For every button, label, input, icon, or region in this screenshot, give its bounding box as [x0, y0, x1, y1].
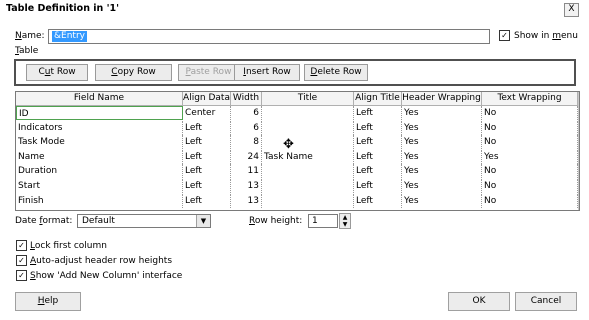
align-title-cell[interactable]: Left: [354, 106, 402, 120]
text-wrapping-cell[interactable]: No: [482, 120, 578, 135]
align-data-cell[interactable]: Left: [183, 164, 231, 179]
field-name-cell[interactable]: ID: [16, 106, 183, 120]
align-title-cell[interactable]: Left: [354, 120, 402, 135]
align-title-cell[interactable]: Left: [354, 135, 402, 150]
title-cell[interactable]: [262, 106, 354, 120]
table-toolbar: Cut Row Copy Row Paste Row Insert Row De…: [14, 59, 576, 86]
help-button[interactable]: Help: [15, 292, 81, 311]
row-height-input[interactable]: 1: [308, 214, 338, 228]
paste-row-button[interactable]: Paste Row: [178, 64, 239, 81]
date-format-select[interactable]: Default ▼: [77, 214, 211, 228]
align-data-cell[interactable]: Left: [183, 193, 231, 208]
text-wrapping-cell[interactable]: No: [482, 179, 578, 193]
width-cell[interactable]: 24: [231, 149, 262, 164]
row-height-value: 1: [312, 216, 318, 226]
column-header-text-wrapping[interactable]: Text Wrapping: [482, 92, 578, 106]
spin-up-icon[interactable]: ▲: [340, 214, 350, 221]
width-cell[interactable]: 13: [231, 179, 262, 193]
field-name-cell[interactable]: Indicators: [16, 120, 183, 135]
scroll-down-arrow-icon[interactable]: ▼: [579, 196, 580, 210]
align-title-cell[interactable]: Left: [354, 164, 402, 179]
pointer-cursor-icon: ✥: [283, 137, 294, 152]
column-header-align-title[interactable]: Align Title: [354, 92, 402, 106]
width-cell[interactable]: 6: [231, 120, 262, 135]
header-wrapping-cell[interactable]: Yes: [402, 106, 482, 120]
auto-adjust-header-row-heights-label: Auto-adjust header row heights: [30, 256, 173, 266]
column-header-align-data[interactable]: Align Data: [183, 92, 231, 106]
name-label: Name:: [15, 31, 45, 41]
auto-adjust-header-row-heights-checkbox[interactable]: ✓: [16, 255, 27, 266]
text-wrapping-cell[interactable]: No: [482, 135, 578, 150]
column-header-width[interactable]: Width: [231, 92, 262, 106]
column-header-field-name[interactable]: Field Name: [16, 92, 183, 106]
align-data-cell[interactable]: Left: [183, 135, 231, 150]
lock-first-column-checkbox[interactable]: ✓: [16, 240, 27, 251]
field-name-cell[interactable]: Start: [16, 179, 183, 193]
text-wrapping-cell[interactable]: No: [482, 106, 578, 120]
align-data-cell[interactable]: Center: [183, 106, 231, 120]
grid-scrollbar[interactable]: ▲ ▼: [578, 92, 580, 210]
date-format-label: Date format:: [15, 216, 73, 226]
show-in-menu-checkbox[interactable]: ✓: [499, 30, 510, 41]
field-name-cell[interactable]: Task Mode: [16, 135, 183, 150]
align-data-cell[interactable]: Left: [183, 179, 231, 193]
spin-down-icon[interactable]: ▼: [340, 221, 350, 228]
column-header-title[interactable]: Title: [262, 92, 354, 106]
title-cell[interactable]: [262, 164, 354, 179]
name-input[interactable]: &Entry: [48, 29, 490, 44]
title-cell[interactable]: Task Name: [262, 149, 354, 164]
field-grid[interactable]: Field Name Align Data Width Title Align …: [15, 91, 580, 211]
column-header-header-wrapping[interactable]: Header Wrapping: [402, 92, 482, 106]
row-height-label: Row height:: [249, 216, 303, 226]
close-icon: X: [568, 4, 575, 14]
show-add-new-column-checkbox[interactable]: ✓: [16, 270, 27, 281]
lock-first-column-label: Lock first column: [30, 241, 107, 251]
close-button[interactable]: X: [564, 3, 579, 17]
title-cell[interactable]: [262, 179, 354, 193]
insert-row-button[interactable]: Insert Row: [234, 64, 300, 81]
ok-button[interactable]: OK: [448, 292, 510, 311]
field-name-cell[interactable]: Duration: [16, 164, 183, 179]
show-add-new-column-label: Show 'Add New Column' interface: [30, 271, 183, 281]
cut-row-button[interactable]: Cut Row: [26, 64, 88, 81]
copy-row-button[interactable]: Copy Row: [95, 64, 172, 81]
header-wrapping-cell[interactable]: Yes: [402, 135, 482, 150]
field-name-cell[interactable]: Finish: [16, 193, 183, 208]
date-format-value: Default: [82, 216, 115, 226]
header-wrapping-cell[interactable]: Yes: [402, 179, 482, 193]
header-wrapping-cell[interactable]: Yes: [402, 164, 482, 179]
header-wrapping-cell[interactable]: Yes: [402, 120, 482, 135]
table-section-label: Table: [15, 46, 39, 56]
chevron-down-icon[interactable]: ▼: [196, 215, 210, 227]
align-title-cell[interactable]: Left: [354, 193, 402, 208]
width-cell[interactable]: 8: [231, 135, 262, 150]
align-data-cell[interactable]: Left: [183, 120, 231, 135]
title-cell[interactable]: [262, 135, 354, 150]
text-wrapping-cell[interactable]: No: [482, 193, 578, 208]
width-cell[interactable]: 13: [231, 193, 262, 208]
title-cell[interactable]: [262, 193, 354, 208]
field-name-cell[interactable]: Name: [16, 149, 183, 164]
title-bar: Table Definition in '1' X: [0, 0, 589, 18]
width-cell[interactable]: 6: [231, 106, 262, 120]
text-wrapping-cell[interactable]: Yes: [482, 149, 578, 164]
row-height-spinner[interactable]: ▲ ▼: [339, 213, 351, 229]
width-cell[interactable]: 11: [231, 164, 262, 179]
align-data-cell[interactable]: Left: [183, 149, 231, 164]
scroll-up-arrow-icon[interactable]: ▲: [579, 92, 580, 106]
show-in-menu-label: Show in menu: [514, 31, 578, 41]
header-wrapping-cell[interactable]: Yes: [402, 193, 482, 208]
title-cell[interactable]: [262, 120, 354, 135]
align-title-cell[interactable]: Left: [354, 179, 402, 193]
header-wrapping-cell[interactable]: Yes: [402, 149, 482, 164]
align-title-cell[interactable]: Left: [354, 149, 402, 164]
name-input-value: &Entry: [52, 31, 87, 42]
delete-row-button[interactable]: Delete Row: [304, 64, 368, 81]
window-title: Table Definition in '1': [6, 3, 120, 14]
text-wrapping-cell[interactable]: No: [482, 164, 578, 179]
cancel-button[interactable]: Cancel: [515, 292, 577, 311]
